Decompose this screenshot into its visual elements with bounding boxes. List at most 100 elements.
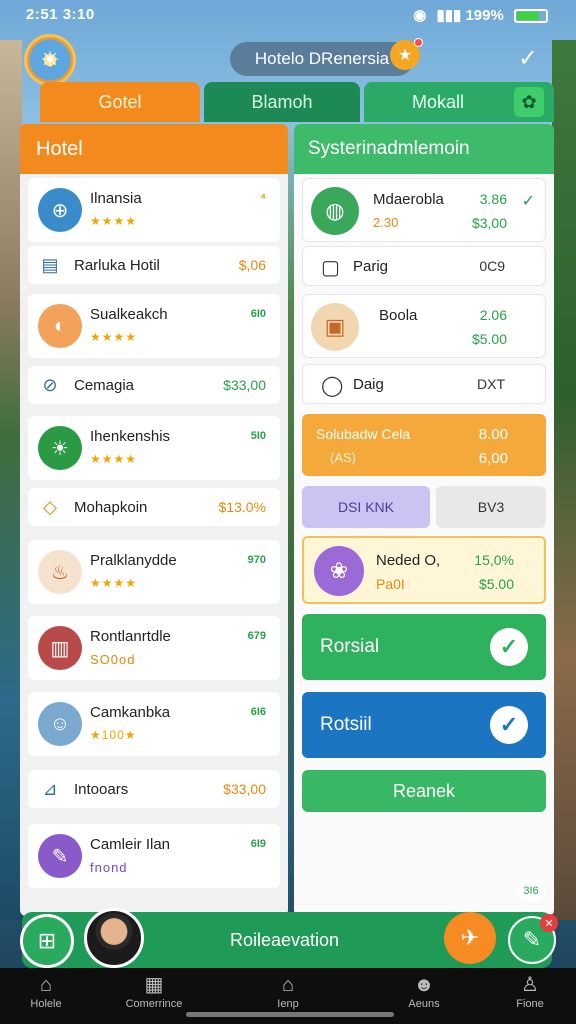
hotel-panel: Hotel ⊕ Ilnansia ★★★★ ⁴ ▤ Rarluka Hotil … bbox=[20, 124, 288, 916]
item-value: 970 bbox=[247, 554, 266, 566]
list-item[interactable]: ✎ Camleir Ilan fnond 6I9 bbox=[28, 824, 280, 888]
promo-price-secondary: 6,00 bbox=[478, 450, 508, 467]
item-value: 6I6 bbox=[250, 706, 266, 718]
avatar[interactable] bbox=[84, 908, 144, 968]
item-name: Pralklanydde bbox=[90, 552, 177, 569]
food-bowl-icon: ◍ bbox=[311, 187, 359, 235]
leaf-icon[interactable]: ✿ bbox=[514, 87, 544, 117]
tab-mobile[interactable]: Mokall ✿ bbox=[364, 82, 554, 122]
list-item[interactable]: ☺ Camkanbka ★100★ 6I6 bbox=[28, 692, 280, 756]
action-label: Rorsial bbox=[320, 636, 380, 657]
battery-icon bbox=[514, 9, 548, 24]
reservation-label[interactable]: Roileaevation bbox=[230, 930, 339, 951]
close-badge-icon[interactable]: ✕ bbox=[540, 914, 558, 932]
grid-icon: ▦ bbox=[144, 974, 164, 996]
item-value: $33,00 bbox=[223, 377, 266, 393]
food-icon: ♨ bbox=[38, 550, 82, 594]
list-item[interactable]: ▢ Parig 0C9 bbox=[302, 246, 546, 286]
list-item[interactable]: ♨ Pralklanydde ★★★★ 970 bbox=[28, 540, 280, 604]
status-right: ◉ ▮▮▮ 199% bbox=[413, 6, 548, 24]
item-price-secondary: $3,00 bbox=[471, 215, 507, 231]
globe-icon: ⊕ bbox=[38, 188, 82, 232]
pizza-icon: ◐ bbox=[38, 304, 82, 348]
action-button-tertiary[interactable]: Reanek bbox=[302, 770, 546, 812]
action-button-primary[interactable]: Rorsial ✓ bbox=[302, 614, 546, 680]
nav-item-home[interactable]: ⌂ Holele bbox=[0, 972, 96, 1010]
nav-item-commerce[interactable]: ▦ Comerrince bbox=[104, 972, 204, 1010]
item-price-primary: 3.86 bbox=[479, 191, 507, 207]
item-subtitle: 2.30 bbox=[373, 215, 399, 230]
sun-icon: ☀ bbox=[38, 426, 82, 470]
tab-hotel[interactable]: Gotel bbox=[40, 82, 200, 122]
scan-icon[interactable]: ⊞ bbox=[20, 914, 74, 968]
list-item[interactable]: ⊘ Cemagia $33,00 bbox=[28, 366, 280, 404]
featured-price-secondary: $5.00 bbox=[478, 576, 514, 592]
item-value: 0C9 bbox=[479, 258, 505, 274]
item-name: Camleir Ilan bbox=[90, 836, 171, 853]
promo-card[interactable]: Solubadw Cela (AS) 8.00 6,00 bbox=[302, 414, 546, 476]
item-name: Cemagia bbox=[74, 377, 135, 394]
item-name: Rontlanrtdle bbox=[90, 628, 171, 645]
chip-primary[interactable]: DSI KNK bbox=[302, 486, 430, 528]
item-subtitle: SO0od bbox=[90, 652, 136, 667]
item-name: Mdaerobla bbox=[373, 191, 444, 208]
box-icon: ▢ bbox=[321, 257, 340, 279]
nav-item-center[interactable]: ⌂ Ienp bbox=[238, 972, 338, 1010]
edit-icon[interactable]: ✎ ✕ bbox=[508, 914, 558, 964]
nav-label: Holele bbox=[30, 998, 62, 1010]
person-icon: ♙ bbox=[521, 974, 539, 996]
item-value: DXT bbox=[477, 376, 505, 392]
list-item[interactable]: ◍ Mdaerobla 2.30 3.86 $3,00 ✓ bbox=[302, 178, 546, 242]
nav-label: Ienp bbox=[277, 998, 299, 1010]
mascot-icon[interactable]: ★ bbox=[390, 38, 423, 70]
nav-label: Aeuns bbox=[408, 998, 440, 1010]
notification-dot bbox=[414, 38, 423, 47]
home-indicator bbox=[186, 1012, 394, 1017]
featured-subtitle: Pa0I bbox=[376, 576, 405, 592]
signal-icon: ▮▮▮ bbox=[436, 7, 462, 24]
home-icon: ⌂ bbox=[39, 974, 53, 996]
users-icon: ☻ bbox=[413, 974, 435, 996]
list-item[interactable]: ◯ Daig DXT bbox=[302, 364, 546, 404]
app-logo-icon[interactable]: ☀ bbox=[24, 34, 76, 86]
list-item[interactable]: ▣ Boola 2.06 $5.00 bbox=[302, 294, 546, 358]
avatar: ☺ bbox=[38, 702, 82, 746]
featured-card[interactable]: ❀ Neded O, Pa0I 15,0% $5.00 bbox=[302, 536, 546, 604]
promo-subtitle: (AS) bbox=[330, 450, 356, 465]
checkmark-icon[interactable]: ✓ bbox=[518, 44, 538, 73]
bird-icon[interactable]: ✈ bbox=[444, 912, 496, 964]
item-value: $13.0% bbox=[218, 499, 266, 515]
tab-mobile-label: Mokall bbox=[412, 91, 465, 112]
list-item[interactable]: ⊕ Ilnansia ★★★★ ⁴ bbox=[28, 178, 280, 242]
list-item[interactable]: ◇ Mohapkoin $13.0% bbox=[28, 488, 280, 526]
item-name: Sualkeakch bbox=[90, 306, 168, 323]
list-item[interactable]: ⊿ Intooars $33,00 bbox=[28, 770, 280, 808]
item-value: $,06 bbox=[238, 257, 266, 273]
egg-icon: ◯ bbox=[321, 375, 344, 397]
count-badge: 3I6 bbox=[516, 880, 546, 902]
list-item[interactable]: ▤ Rarluka Hotil $,06 bbox=[28, 246, 280, 284]
nav-item-profile[interactable]: ♙ Fione bbox=[480, 972, 576, 1010]
item-value: 6I9 bbox=[250, 838, 266, 850]
status-bar: 2:51 3:10 ◉ ▮▮▮ 199% bbox=[0, 0, 576, 30]
background-right bbox=[552, 40, 576, 920]
action-label: Rotsiil bbox=[320, 714, 372, 735]
item-name: Ilnansia bbox=[90, 190, 142, 207]
nav-label: Fione bbox=[516, 998, 544, 1010]
nav-item-accounts[interactable]: ☻ Aeuns bbox=[374, 972, 474, 1010]
list-item[interactable]: ▥ Rontlanrtdle SO0od 679 bbox=[28, 616, 280, 680]
gift-icon: ❀ bbox=[314, 546, 364, 596]
building-icon: ▥ bbox=[38, 626, 82, 670]
list-item[interactable]: ☀ Ihenkenshis ★★★★ 5I0 bbox=[28, 416, 280, 480]
document-icon: ▤ bbox=[41, 254, 59, 275]
check-circle-icon: ✓ bbox=[490, 706, 528, 744]
chip-secondary[interactable]: BV3 bbox=[436, 486, 546, 528]
item-name: Daig bbox=[353, 376, 384, 393]
item-value: ⁴ bbox=[260, 192, 266, 204]
tab-branch[interactable]: Blamoh bbox=[204, 82, 360, 122]
featured-name: Neded O, bbox=[376, 552, 441, 569]
status-time: 2:51 3:10 bbox=[26, 6, 95, 23]
promo-name: Solubadw Cela bbox=[316, 426, 411, 442]
action-button-secondary[interactable]: Rotsiil ✓ bbox=[302, 692, 546, 758]
list-item[interactable]: ◐ Sualkeakch ★★★★ 6I0 bbox=[28, 294, 280, 358]
